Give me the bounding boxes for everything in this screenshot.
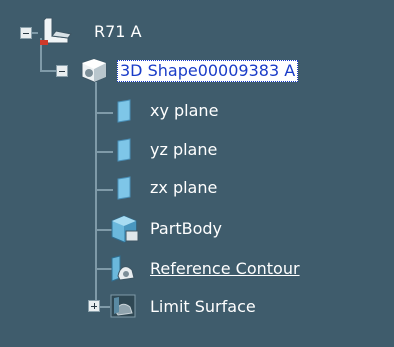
plane-icon [117,176,131,200]
tree-connector [95,189,113,191]
tree-connector [95,112,113,114]
tree-connector [95,151,113,153]
body-icon [111,215,139,243]
tree-node-reference-contour[interactable]: Reference Contour [150,256,300,282]
tree-node-zx-plane[interactable]: zx plane [150,175,217,201]
tree-connector [100,306,110,308]
limit-surface-expand-button[interactable] [88,300,100,312]
root-label: R71 A [94,22,142,41]
xy-plane-label: xy plane [150,101,219,120]
tree-node-xy-plane[interactable]: xy plane [150,98,218,124]
tree-node-yz-plane[interactable]: yz plane [150,137,217,163]
part-icon [81,58,107,83]
tree-node-partbody[interactable]: PartBody [150,216,222,242]
partbody-label: PartBody [150,219,222,238]
plane-icon [117,99,131,123]
limit-surface-label: Limit Surface [150,297,256,316]
tree-node-part[interactable]: 3D Shape00009383 A [117,58,299,84]
plane-icon [117,138,131,162]
product-icon [40,17,72,45]
tree-connector [95,82,97,308]
part-collapse-button[interactable] [56,65,68,77]
geoset-icon [110,294,136,318]
yz-plane-label: yz plane [150,140,218,159]
root-collapse-button[interactable] [20,27,32,39]
tree-node-limit-surface[interactable]: Limit Surface [150,294,256,320]
tree-node-root[interactable]: R71 A [94,19,142,45]
reference-contour-label: Reference Contour [150,259,300,278]
specification-tree: R71 A 3D Shape00009383 A xy plane yz pla… [0,0,394,347]
zx-plane-label: zx plane [150,178,218,197]
geoset-icon [111,255,135,282]
part-label: 3D Shape00009383 A [117,60,299,82]
